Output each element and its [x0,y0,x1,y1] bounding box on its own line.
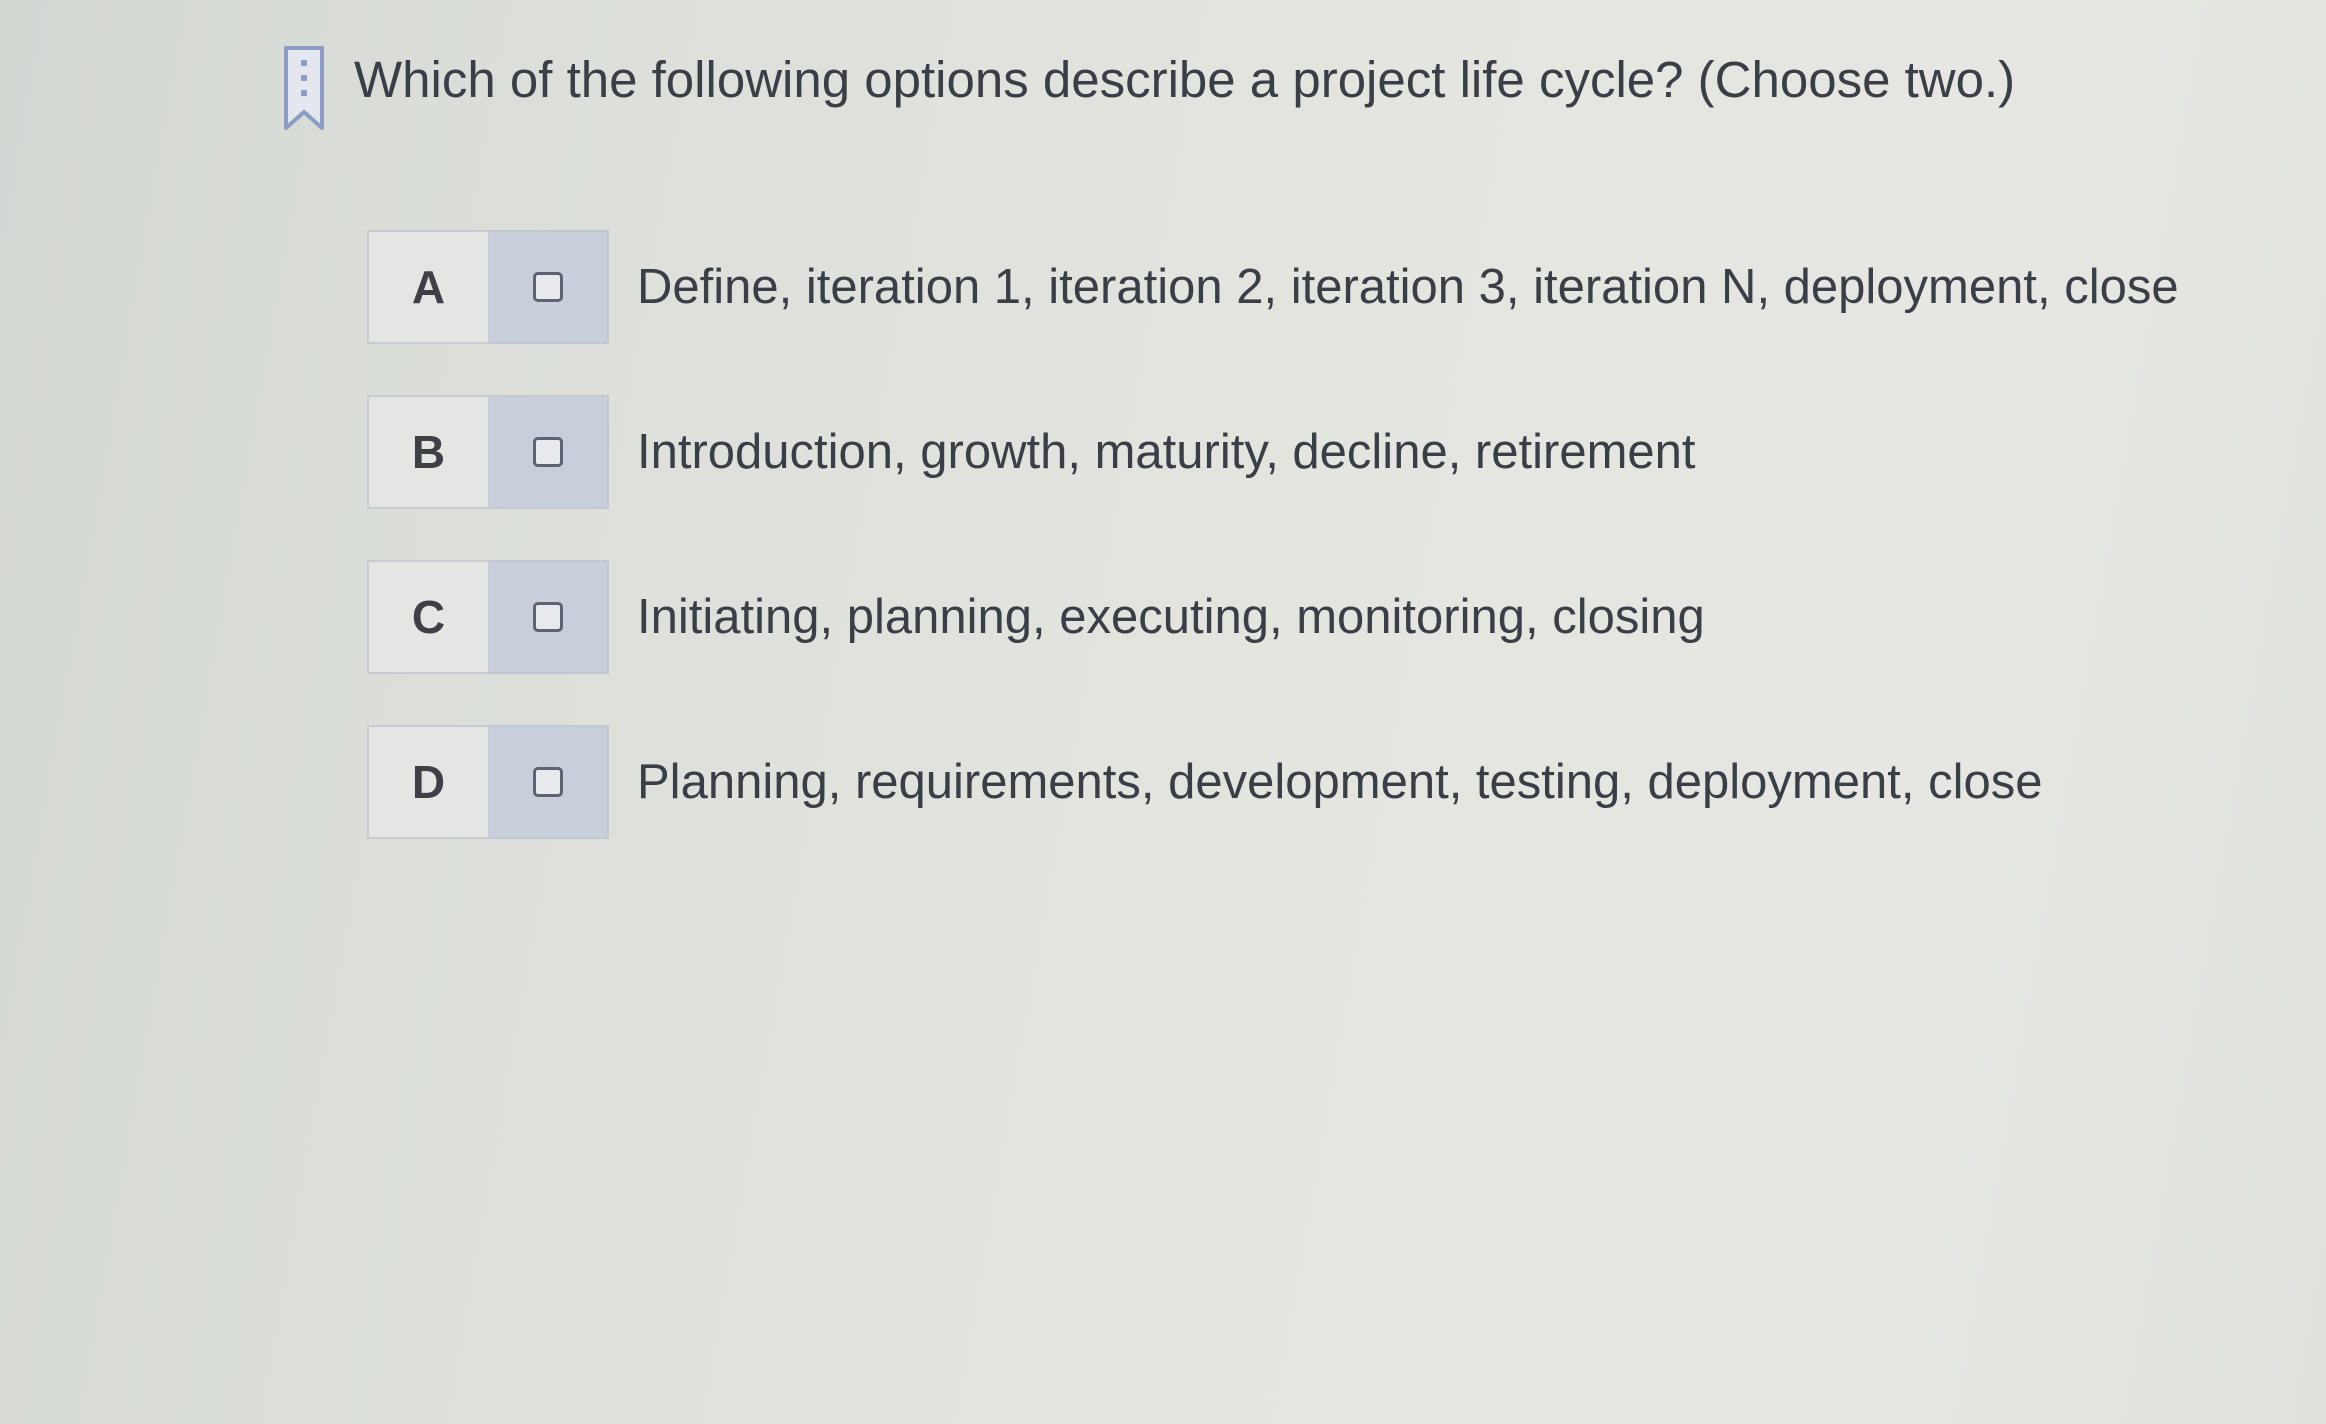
option-text: Planning, requirements, development, tes… [637,755,2043,809]
option-c[interactable]: C Initiating, planning, executing, monit… [367,558,2267,676]
option-checkbox-cell[interactable] [488,725,609,839]
checkbox[interactable] [533,437,563,467]
option-letter: C [367,560,488,674]
checkbox[interactable] [533,272,563,302]
option-a[interactable]: A Define, iteration 1, iteration 2, iter… [367,228,2267,346]
option-text: Introduction, growth, maturity, decline,… [637,425,1696,479]
option-checkbox-cell[interactable] [488,560,609,674]
option-b[interactable]: B Introduction, growth, maturity, declin… [367,393,2267,511]
option-d[interactable]: D Planning, requirements, development, t… [367,723,2267,841]
checkbox[interactable] [533,602,563,632]
option-letter: A [367,230,488,344]
option-checkbox-cell[interactable] [488,395,609,509]
answer-options: A Define, iteration 1, iteration 2, iter… [367,228,2267,888]
question-text: Which of the following options describe … [354,51,2016,108]
option-letter: B [367,395,488,509]
option-text: Define, iteration 1, iteration 2, iterat… [637,260,2179,314]
option-text: Initiating, planning, executing, monitor… [637,590,1705,644]
option-checkbox-cell[interactable] [488,230,609,344]
option-letter: D [367,725,488,839]
bookmark-icon[interactable] [283,45,325,133]
checkbox[interactable] [533,767,563,797]
